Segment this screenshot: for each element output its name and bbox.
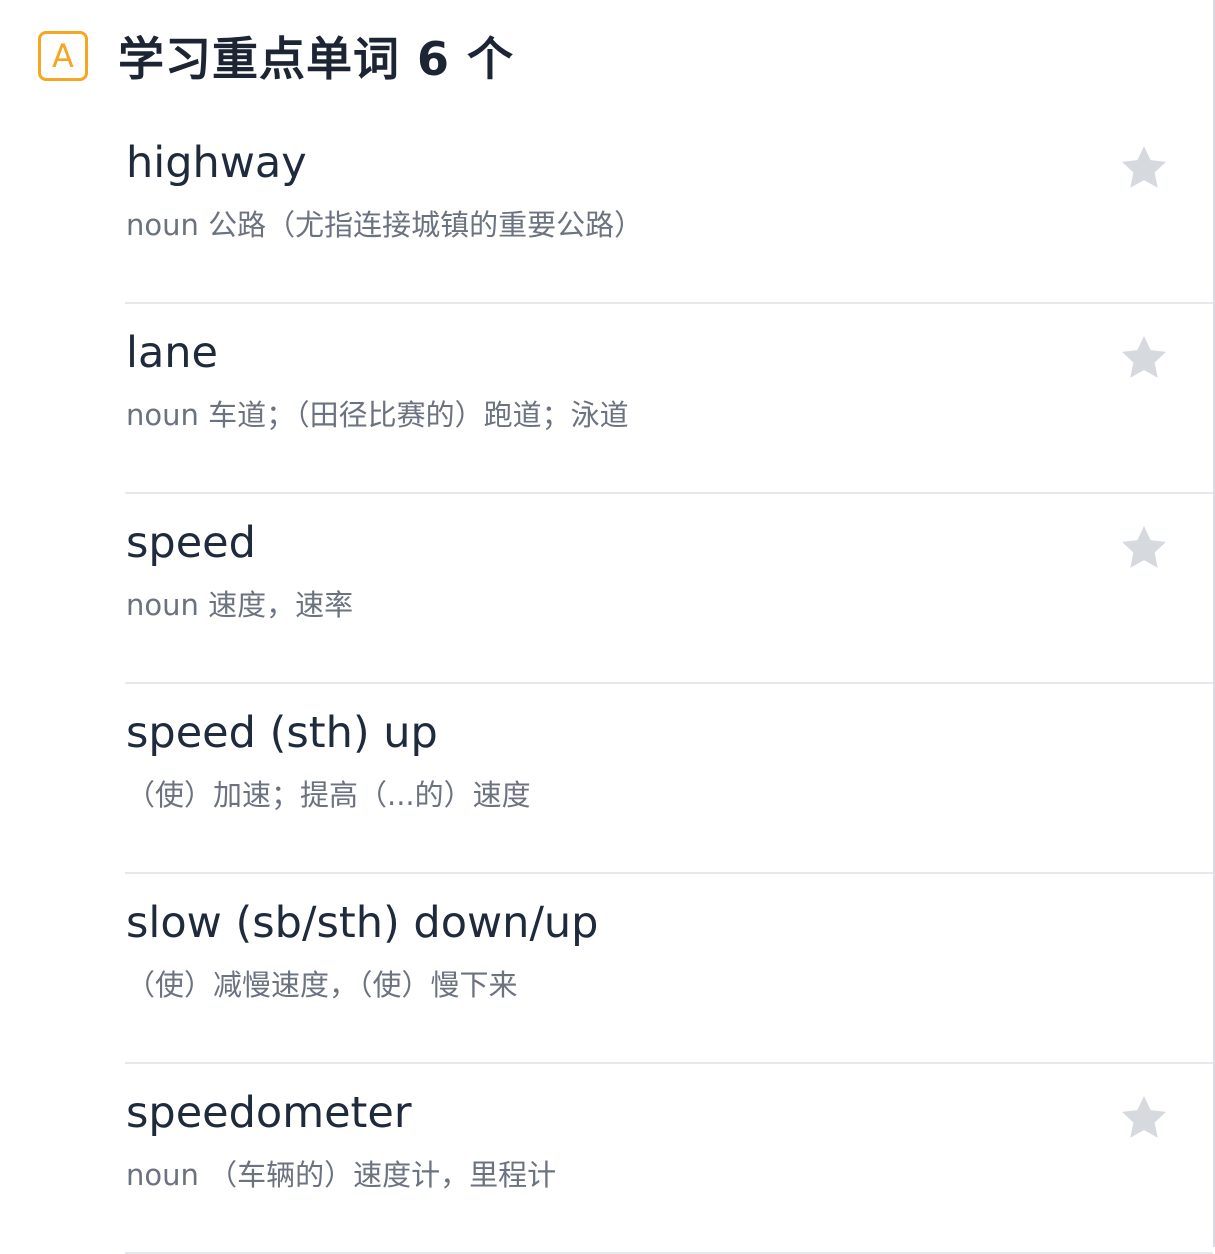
word-item-lane[interactable]: lane noun 车道；（田径比赛的）跑道；泳道 <box>125 304 1213 494</box>
word-item-highway[interactable]: highway noun 公路（尤指连接城镇的重要公路） <box>125 114 1213 304</box>
word-term: lane <box>126 328 219 378</box>
word-item-slow-down-up[interactable]: slow (sb/sth) down/up （使）减慢速度，（使）慢下来 <box>125 874 1213 1064</box>
word-definition: noun 速度，速率 <box>126 588 354 622</box>
word-definition: （使）减慢速度，（使）慢下来 <box>126 968 518 1002</box>
word-definition: （使）加速；提高（...的）速度 <box>126 778 531 812</box>
word-term: speed (sth) up <box>126 708 438 758</box>
word-definition: noun 公路（尤指连接城镇的重要公路） <box>126 208 644 242</box>
star-icon[interactable] <box>1117 331 1171 385</box>
word-term: speed <box>126 518 256 568</box>
word-definition: noun 车道；（田径比赛的）跑道；泳道 <box>126 398 629 432</box>
section-header: A 学习重点单词 6 个 <box>38 26 514 86</box>
word-definition: noun （车辆的）速度计，里程计 <box>126 1158 557 1192</box>
word-term: speedometer <box>126 1088 412 1138</box>
badge-letter: A <box>52 37 74 75</box>
word-term: slow (sb/sth) down/up <box>126 898 599 948</box>
section-title: 学习重点单词 6 个 <box>118 32 515 86</box>
word-item-speedometer[interactable]: speedometer noun （车辆的）速度计，里程计 <box>125 1064 1213 1254</box>
star-icon[interactable] <box>1117 1091 1171 1145</box>
letter-a-badge-icon: A <box>38 31 88 81</box>
word-item-speed[interactable]: speed noun 速度，速率 <box>125 494 1213 684</box>
star-icon[interactable] <box>1117 521 1171 575</box>
word-list: highway noun 公路（尤指连接城镇的重要公路） lane noun 车… <box>125 114 1213 1254</box>
word-item-speed-up[interactable]: speed (sth) up （使）加速；提高（...的）速度 <box>125 684 1213 874</box>
word-term: highway <box>126 138 307 188</box>
star-icon[interactable] <box>1117 141 1171 195</box>
